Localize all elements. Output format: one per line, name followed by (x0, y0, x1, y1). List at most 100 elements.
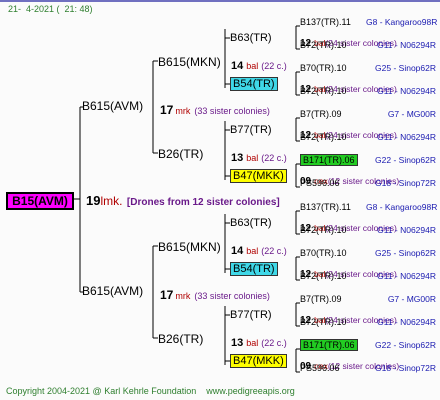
gen4-origin: G11 - N06294R (366, 272, 436, 281)
gen4-origin: G11 - N06294R (366, 318, 436, 327)
gen3-name: B77(TR) (230, 124, 272, 136)
gen4-origin: G22 - Sinop62R (366, 341, 436, 350)
gen3-queen[interactable]: B77(TR) (230, 310, 272, 321)
gen2-gen: 13 (231, 337, 244, 349)
gen4-name: B171(TR).06 (300, 339, 358, 351)
gen4-code: G22 - Sinop62R (375, 155, 436, 165)
gen4-queen[interactable]: B70(TR).10 (300, 64, 347, 73)
gen2-mark: bal (246, 61, 259, 71)
gen4-origin: G11 - N06294R (366, 41, 436, 50)
gen4-origin: G11 - N06294R (366, 87, 436, 96)
gen3-queen[interactable]: B47(MKK) (230, 169, 287, 183)
gen2-note: (22 c.) (261, 338, 287, 348)
gen4-code: G7 - MG00R (387, 294, 436, 304)
gen3-name: B63(TR) (230, 217, 272, 229)
gen3-queen[interactable]: B63(TR) (230, 33, 272, 44)
gen2-gen: 14 (231, 245, 244, 257)
gen4-name: B137(TR).11 (300, 202, 351, 212)
gen1-gen: 17 (160, 103, 174, 117)
gen4-queen[interactable]: B72(TR).10 (300, 41, 347, 50)
gen4-code: G11 - N06294R (377, 271, 436, 281)
gen4-queen[interactable]: PS596.06 (300, 179, 340, 188)
gen4-code: G25 - Sinop62R (375, 248, 436, 258)
gen1-mark: mrk (175, 291, 191, 301)
gen3-queen[interactable]: B47(MKK) (230, 354, 287, 368)
gen4-code: G8 - Kangaroo98R (366, 17, 438, 27)
gen4-name: B171(TR).06 (300, 154, 358, 166)
gen4-origin: G8 - Kangaroo98R (366, 202, 438, 212)
gen2-queen[interactable]: B26(TR) (158, 148, 203, 160)
gen4-name: B7(TR).09 (300, 109, 342, 119)
gen4-origin: G18 - Sinop72R (366, 364, 436, 373)
gen4-queen[interactable]: PS596.06 (300, 364, 340, 373)
gen4-origin: G22 - Sinop62R (366, 156, 436, 165)
gen4-origin: G18 - Sinop72R (366, 179, 436, 188)
gen4-name: B72(TR).10 (300, 86, 347, 96)
gen4-code: G25 - Sinop62R (375, 63, 436, 73)
gen4-name: B72(TR).10 (300, 271, 347, 281)
gen4-queen[interactable]: B70(TR).10 (300, 249, 347, 258)
gen4-queen[interactable]: B171(TR).06 (300, 154, 358, 166)
gen3-name: B54(TR) (230, 262, 278, 276)
gen2-detail: 13 bal (22 c.) (231, 334, 287, 350)
gen4-queen[interactable]: B137(TR).11 (300, 203, 351, 212)
gen4-queen[interactable]: B72(TR).10 (300, 318, 347, 327)
gen4-origin: G11 - N06294R (366, 133, 436, 142)
gen4-code: G11 - N06294R (377, 225, 436, 235)
gen4-name: B72(TR).10 (300, 132, 347, 142)
gen4-code: G18 - Sinop72R (375, 363, 436, 373)
root-detail: 19lmk. [Drones from 12 sister colonies] (86, 193, 280, 209)
gen4-queen[interactable]: B137(TR).11 (300, 18, 351, 27)
gen4-name: B72(TR).10 (300, 40, 347, 50)
gen1-detail: 17 mrk (33 sister colonies) (160, 287, 270, 303)
gen4-queen[interactable]: B171(TR).06 (300, 339, 358, 351)
gen4-queen[interactable]: B7(TR).09 (300, 110, 342, 119)
gen2-gen: 14 (231, 60, 244, 72)
gen1-queen[interactable]: B615(AVM) (82, 100, 143, 112)
gen4-queen[interactable]: B72(TR).10 (300, 133, 347, 142)
gen4-code: G8 - Kangaroo98R (366, 202, 438, 212)
gen4-code: G11 - N06294R (377, 86, 436, 96)
gen4-origin: G7 - MG00R (366, 295, 436, 304)
gen2-queen[interactable]: B615(MKN) (158, 56, 221, 68)
gen2-mark: bal (246, 153, 259, 163)
gen1-queen[interactable]: B615(AVM) (82, 285, 143, 297)
gen2-name: B615(MKN) (158, 55, 221, 69)
gen3-queen[interactable]: B54(TR) (230, 262, 278, 276)
gen1-gen: 17 (160, 288, 174, 302)
root-note: [Drones from 12 sister colonies] (126, 197, 280, 208)
gen2-queen[interactable]: B615(MKN) (158, 241, 221, 253)
gen4-code: G22 - Sinop62R (375, 340, 436, 350)
gen4-name: B72(TR).10 (300, 317, 347, 327)
gen4-origin: G25 - Sinop62R (366, 249, 436, 258)
root-queen[interactable]: B15(AVM) (6, 192, 74, 210)
gen4-queen[interactable]: B72(TR).10 (300, 226, 347, 235)
gen3-queen[interactable]: B77(TR) (230, 125, 272, 136)
gen2-gen: 13 (231, 152, 244, 164)
gen1-note: (33 sister colonies) (194, 106, 270, 116)
gen4-name: PS596.06 (300, 178, 340, 188)
gen4-queen[interactable]: B7(TR).09 (300, 295, 342, 304)
gen2-detail: 14 bal (22 c.) (231, 242, 287, 258)
gen2-note: (22 c.) (261, 246, 287, 256)
gen4-name: B137(TR).11 (300, 17, 351, 27)
gen2-mark: bal (246, 246, 259, 256)
gen3-name: B54(TR) (230, 77, 278, 91)
gen2-queen[interactable]: B26(TR) (158, 333, 203, 345)
root-mark: lmk. (100, 194, 123, 208)
gen4-origin: G7 - MG00R (366, 110, 436, 119)
gen4-code: G18 - Sinop72R (375, 178, 436, 188)
gen4-queen[interactable]: B72(TR).10 (300, 87, 347, 96)
gen4-name: B70(TR).10 (300, 248, 347, 258)
gen2-detail: 14 bal (22 c.) (231, 57, 287, 73)
gen4-name: B7(TR).09 (300, 294, 342, 304)
gen1-note: (33 sister colonies) (194, 291, 270, 301)
gen3-queen[interactable]: B63(TR) (230, 218, 272, 229)
gen3-queen[interactable]: B54(TR) (230, 77, 278, 91)
gen2-name: B26(TR) (158, 332, 204, 346)
gen4-origin: G11 - N06294R (366, 226, 436, 235)
gen3-name: B47(MKK) (230, 169, 287, 183)
gen4-queen[interactable]: B72(TR).10 (300, 272, 347, 281)
gen4-code: G11 - N06294R (377, 132, 436, 142)
gen4-origin: G25 - Sinop62R (366, 64, 436, 73)
